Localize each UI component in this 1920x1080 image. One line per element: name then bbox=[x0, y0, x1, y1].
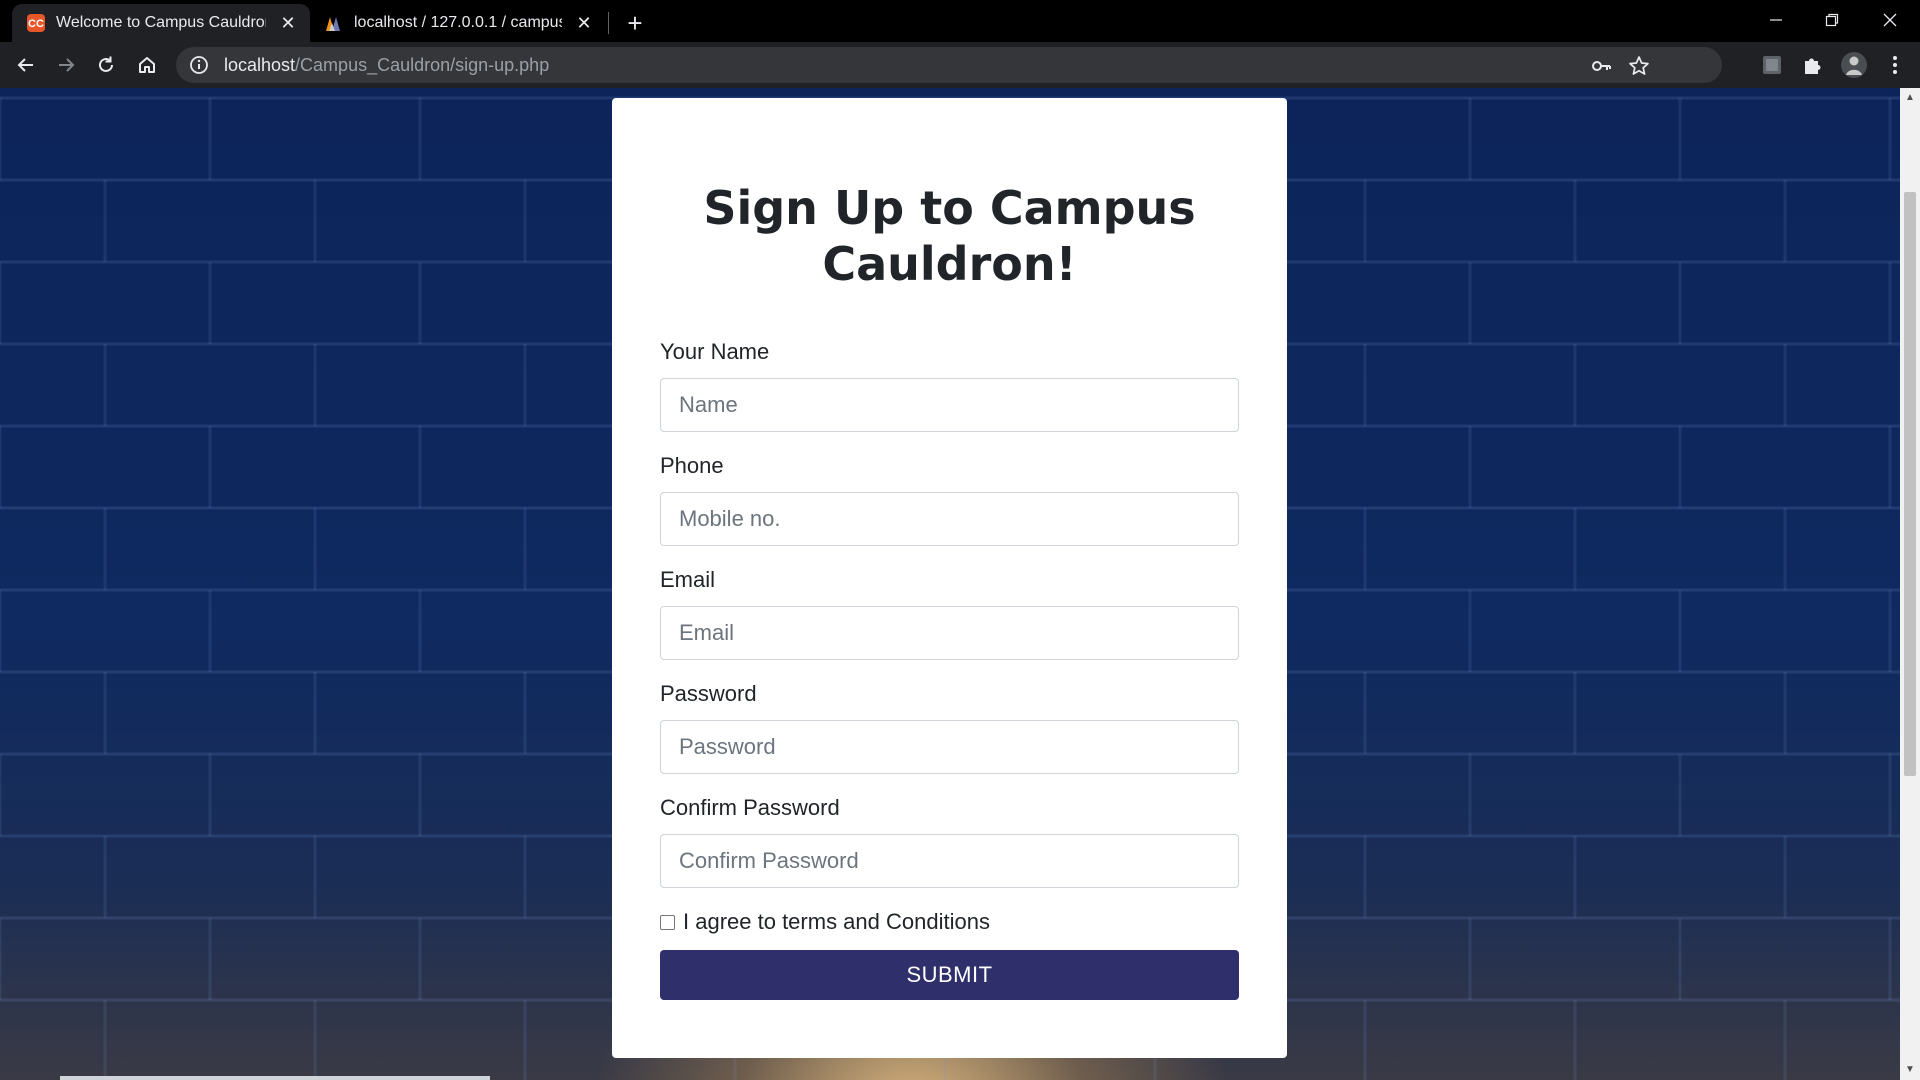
browser-tab-strip: CC Welcome to Campus Cauldron! ✕ localho… bbox=[0, 0, 1920, 42]
password-field-group: Password bbox=[660, 680, 1239, 774]
restore-icon bbox=[1825, 13, 1839, 27]
profile-avatar-icon[interactable] bbox=[1840, 51, 1868, 79]
name-field-group: Your Name bbox=[660, 338, 1239, 432]
tab-phpmyadmin[interactable]: localhost / 127.0.0.1 / campus_ca ✕ bbox=[310, 4, 606, 42]
browser-toolbar: localhost/Campus_Cauldron/sign-up.php bbox=[0, 42, 1920, 88]
horizontal-scroll-indicator bbox=[60, 1076, 490, 1080]
name-label: Your Name bbox=[660, 339, 770, 364]
submit-button[interactable]: SUBMIT bbox=[660, 950, 1239, 1000]
info-icon[interactable] bbox=[188, 54, 210, 76]
signup-form: Your Name Phone Email Password Confirm P… bbox=[660, 338, 1239, 1000]
close-window-button[interactable] bbox=[1862, 0, 1918, 40]
reload-button[interactable] bbox=[90, 49, 122, 81]
confirm-password-label: Confirm Password bbox=[660, 795, 840, 820]
password-label: Password bbox=[660, 681, 757, 706]
reload-icon bbox=[99, 56, 113, 72]
name-input[interactable] bbox=[660, 378, 1239, 432]
close-tab-icon[interactable]: ✕ bbox=[572, 11, 596, 35]
email-label: Email bbox=[660, 567, 716, 592]
scrollbar-thumb[interactable] bbox=[1904, 192, 1916, 776]
arrow-left-icon bbox=[17, 58, 33, 72]
url-host: localhost bbox=[224, 54, 296, 75]
extension-icon[interactable] bbox=[1761, 54, 1783, 76]
home-button[interactable] bbox=[131, 49, 163, 81]
close-tab-icon[interactable]: ✕ bbox=[276, 11, 300, 35]
scroll-down-arrow-icon[interactable]: ▼ bbox=[1904, 1064, 1916, 1076]
back-button[interactable] bbox=[10, 49, 42, 81]
signup-card: Sign Up to Campus Cauldron! Your Name Ph… bbox=[612, 98, 1287, 1058]
minimize-icon bbox=[1770, 19, 1782, 21]
svg-text:CC: CC bbox=[28, 18, 44, 30]
kebab-menu-icon[interactable] bbox=[1884, 54, 1906, 76]
home-icon bbox=[139, 57, 155, 73]
scroll-up-arrow-icon[interactable]: ▲ bbox=[1904, 92, 1916, 104]
email-field-group: Email bbox=[660, 566, 1239, 660]
password-input[interactable] bbox=[660, 720, 1239, 774]
email-input[interactable] bbox=[660, 606, 1239, 660]
arrow-right-icon bbox=[59, 58, 75, 72]
puzzle-extensions-icon[interactable] bbox=[1801, 54, 1823, 76]
confirm-password-field-group: Confirm Password bbox=[660, 794, 1239, 888]
new-tab-button[interactable]: + bbox=[620, 8, 650, 38]
key-icon[interactable] bbox=[1590, 55, 1612, 77]
page-background: Sign Up to Campus Cauldron! Your Name Ph… bbox=[0, 88, 1900, 1080]
tab-title: Welcome to Campus Cauldron! bbox=[56, 14, 266, 31]
star-bookmark-icon[interactable] bbox=[1628, 55, 1650, 77]
tab-title: localhost / 127.0.0.1 / campus_ca bbox=[354, 14, 562, 31]
phpmyadmin-favicon-icon bbox=[326, 17, 340, 31]
page-title: Sign Up to Campus Cauldron! bbox=[703, 181, 1196, 291]
forward-button[interactable] bbox=[50, 49, 82, 81]
url-text: localhost/Campus_Cauldron/sign-up.php bbox=[224, 55, 549, 76]
campus-cauldron-favicon-icon: CC bbox=[27, 14, 45, 32]
tab-campus-cauldron[interactable]: CC Welcome to Campus Cauldron! ✕ bbox=[12, 4, 310, 42]
phone-field-group: Phone bbox=[660, 452, 1239, 546]
phone-input[interactable] bbox=[660, 492, 1239, 546]
minimize-button[interactable] bbox=[1748, 0, 1804, 40]
address-bar[interactable]: localhost/Campus_Cauldron/sign-up.php bbox=[176, 47, 1722, 83]
restore-button[interactable] bbox=[1804, 0, 1860, 40]
terms-checkbox[interactable] bbox=[660, 914, 675, 930]
close-icon bbox=[1883, 13, 1897, 27]
terms-label[interactable]: I agree to terms and Conditions bbox=[683, 909, 990, 935]
terms-agreement: I agree to terms and Conditions bbox=[660, 908, 1239, 936]
url-path: /Campus_Cauldron/sign-up.php bbox=[295, 54, 550, 75]
tab-separator bbox=[608, 12, 609, 34]
confirm-password-input[interactable] bbox=[660, 834, 1239, 888]
vertical-scrollbar[interactable]: ▲ ▼ bbox=[1900, 88, 1920, 1080]
phone-label: Phone bbox=[660, 453, 724, 478]
